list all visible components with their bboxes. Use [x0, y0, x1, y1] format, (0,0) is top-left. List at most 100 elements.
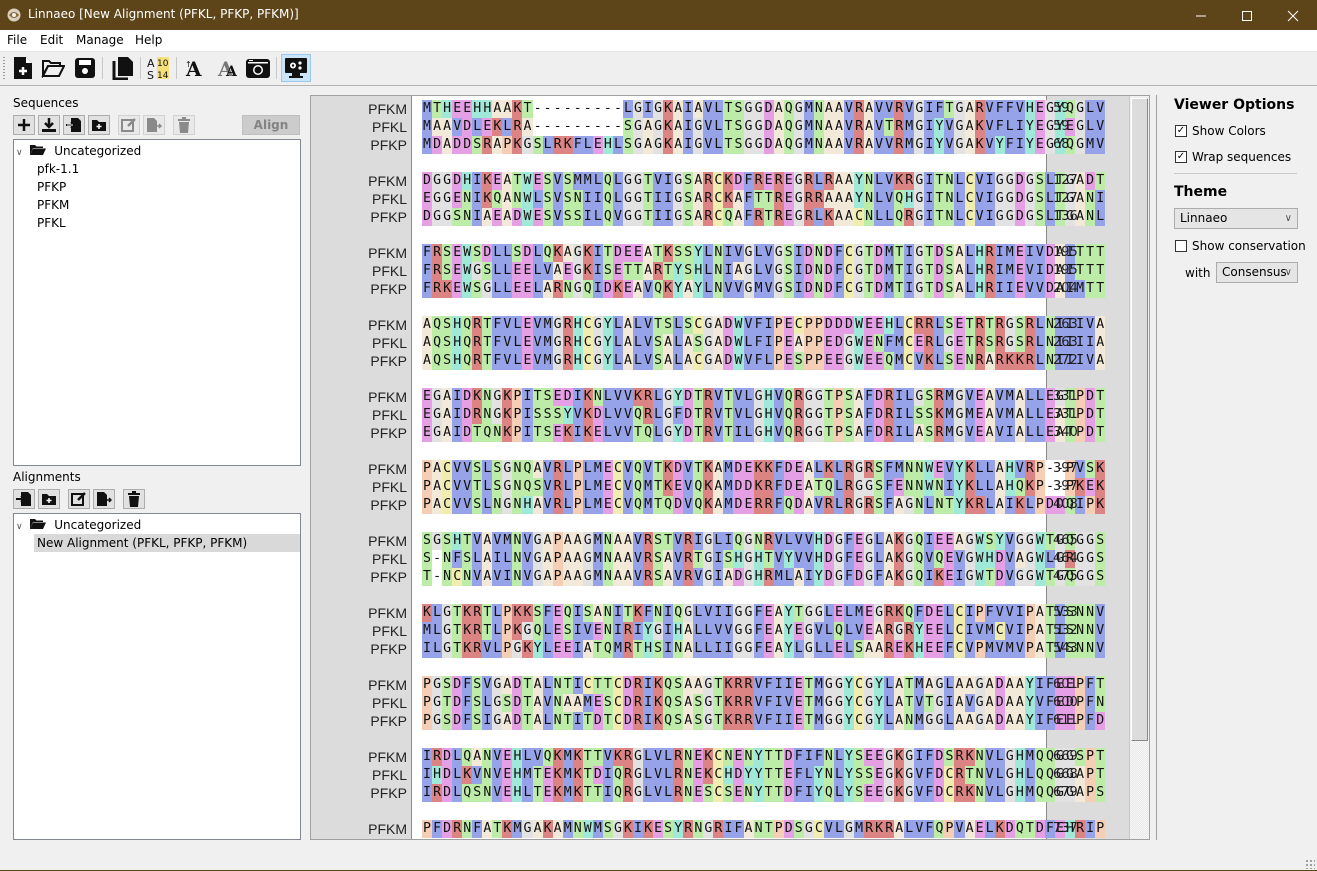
residue[interactable]: K	[562, 424, 573, 442]
residue[interactable]: Y	[954, 460, 965, 478]
residue[interactable]: A	[663, 334, 674, 352]
residue[interactable]: V	[622, 424, 633, 442]
gap[interactable]: -	[582, 118, 593, 136]
residue[interactable]: D	[723, 334, 734, 352]
residue[interactable]: C	[582, 676, 593, 694]
residue[interactable]: K	[542, 820, 553, 838]
residue[interactable]: P	[552, 550, 563, 568]
residue[interactable]: R	[703, 406, 714, 424]
residue[interactable]: L	[984, 478, 995, 496]
residue[interactable]: N	[914, 478, 925, 496]
residue[interactable]: F	[743, 172, 754, 190]
residue[interactable]: L	[643, 784, 654, 802]
residue[interactable]: I	[894, 424, 905, 442]
residue[interactable]: E	[592, 136, 603, 154]
residue[interactable]: S	[492, 478, 503, 496]
residue[interactable]: Q	[894, 190, 905, 208]
residue[interactable]: D	[452, 676, 463, 694]
residue[interactable]: D	[442, 766, 453, 784]
residue[interactable]: A	[502, 208, 513, 226]
residue[interactable]: N	[462, 190, 473, 208]
residue[interactable]: I	[723, 262, 734, 280]
residue[interactable]: D	[522, 244, 533, 262]
residue[interactable]: R	[854, 136, 865, 154]
residue[interactable]: G	[663, 388, 674, 406]
residue[interactable]: C	[612, 676, 623, 694]
residue[interactable]: V	[1004, 604, 1015, 622]
residue[interactable]: G	[552, 316, 563, 334]
residue[interactable]: L	[894, 316, 905, 334]
residue[interactable]: G	[673, 172, 684, 190]
residue[interactable]: T	[562, 712, 573, 730]
residue[interactable]: A	[984, 712, 995, 730]
residue[interactable]: G	[904, 568, 915, 586]
residue[interactable]: K	[512, 100, 523, 118]
residue[interactable]: V	[763, 262, 774, 280]
residue[interactable]: M	[1004, 388, 1015, 406]
residue[interactable]: G	[914, 208, 925, 226]
residue[interactable]: F	[924, 766, 935, 784]
residue[interactable]: L	[884, 712, 895, 730]
residue[interactable]: N	[743, 784, 754, 802]
residue[interactable]: Q	[462, 748, 473, 766]
residue[interactable]: V	[612, 424, 623, 442]
residue[interactable]: L	[713, 100, 724, 118]
residue[interactable]: E	[783, 190, 794, 208]
residue[interactable]: A	[833, 136, 844, 154]
residue[interactable]: G	[432, 694, 443, 712]
residue[interactable]: Q	[833, 622, 844, 640]
residue[interactable]: R	[622, 784, 633, 802]
residue[interactable]: A	[502, 172, 513, 190]
residue[interactable]: V	[713, 622, 724, 640]
residue[interactable]: C	[452, 568, 463, 586]
residue[interactable]: P	[833, 424, 844, 442]
residue[interactable]: Y	[843, 748, 855, 766]
residue[interactable]: L	[843, 640, 855, 658]
residue[interactable]: S	[944, 262, 955, 280]
residue[interactable]: N	[723, 748, 734, 766]
residue[interactable]: N	[974, 766, 985, 784]
residue[interactable]: D	[683, 406, 694, 424]
residue[interactable]: D	[934, 784, 945, 802]
residue[interactable]: R	[793, 406, 804, 424]
residue[interactable]: V	[643, 334, 654, 352]
residue[interactable]: A	[773, 118, 784, 136]
residue[interactable]: D	[994, 568, 1005, 586]
menu-file[interactable]: File	[7, 33, 27, 47]
residue[interactable]: L	[964, 262, 975, 280]
residue[interactable]: M	[894, 352, 905, 370]
residue[interactable]: T	[723, 424, 734, 442]
residue[interactable]: S	[542, 406, 553, 424]
residue[interactable]: K	[572, 784, 583, 802]
residue[interactable]: A	[833, 100, 844, 118]
residue[interactable]: K	[763, 460, 774, 478]
residue[interactable]: N	[602, 568, 613, 586]
residue[interactable]: G	[904, 748, 915, 766]
residue[interactable]: C	[713, 766, 724, 784]
residue[interactable]: S	[874, 478, 885, 496]
residue[interactable]: K	[663, 460, 674, 478]
residue[interactable]: F	[934, 100, 945, 118]
residue[interactable]: A	[713, 460, 724, 478]
residue[interactable]: E	[492, 172, 503, 190]
residue[interactable]: F	[492, 352, 503, 370]
residue[interactable]: G	[592, 316, 603, 334]
residue[interactable]: L	[874, 532, 885, 550]
residue[interactable]: E	[934, 532, 945, 550]
residue[interactable]: V	[643, 352, 654, 370]
chevron-down-icon[interactable]: ∨	[16, 522, 23, 532]
residue[interactable]: A	[542, 568, 553, 586]
residue[interactable]: L	[492, 262, 503, 280]
residue[interactable]: I	[422, 748, 433, 766]
residue[interactable]: N	[512, 568, 523, 586]
residue[interactable]: V	[1095, 136, 1106, 154]
residue[interactable]: E	[612, 262, 623, 280]
residue[interactable]: G	[974, 694, 985, 712]
residue[interactable]: G	[1085, 568, 1096, 586]
residue[interactable]: I	[472, 208, 483, 226]
sequence-row[interactable]: DGGDHIKEATWESVSMMLQLGGTVIGSARCKDFREREGRL…	[422, 172, 1106, 190]
residue[interactable]: N	[552, 694, 563, 712]
residue[interactable]: A	[984, 352, 995, 370]
residue[interactable]: Q	[914, 568, 925, 586]
residue[interactable]: S	[693, 712, 704, 730]
